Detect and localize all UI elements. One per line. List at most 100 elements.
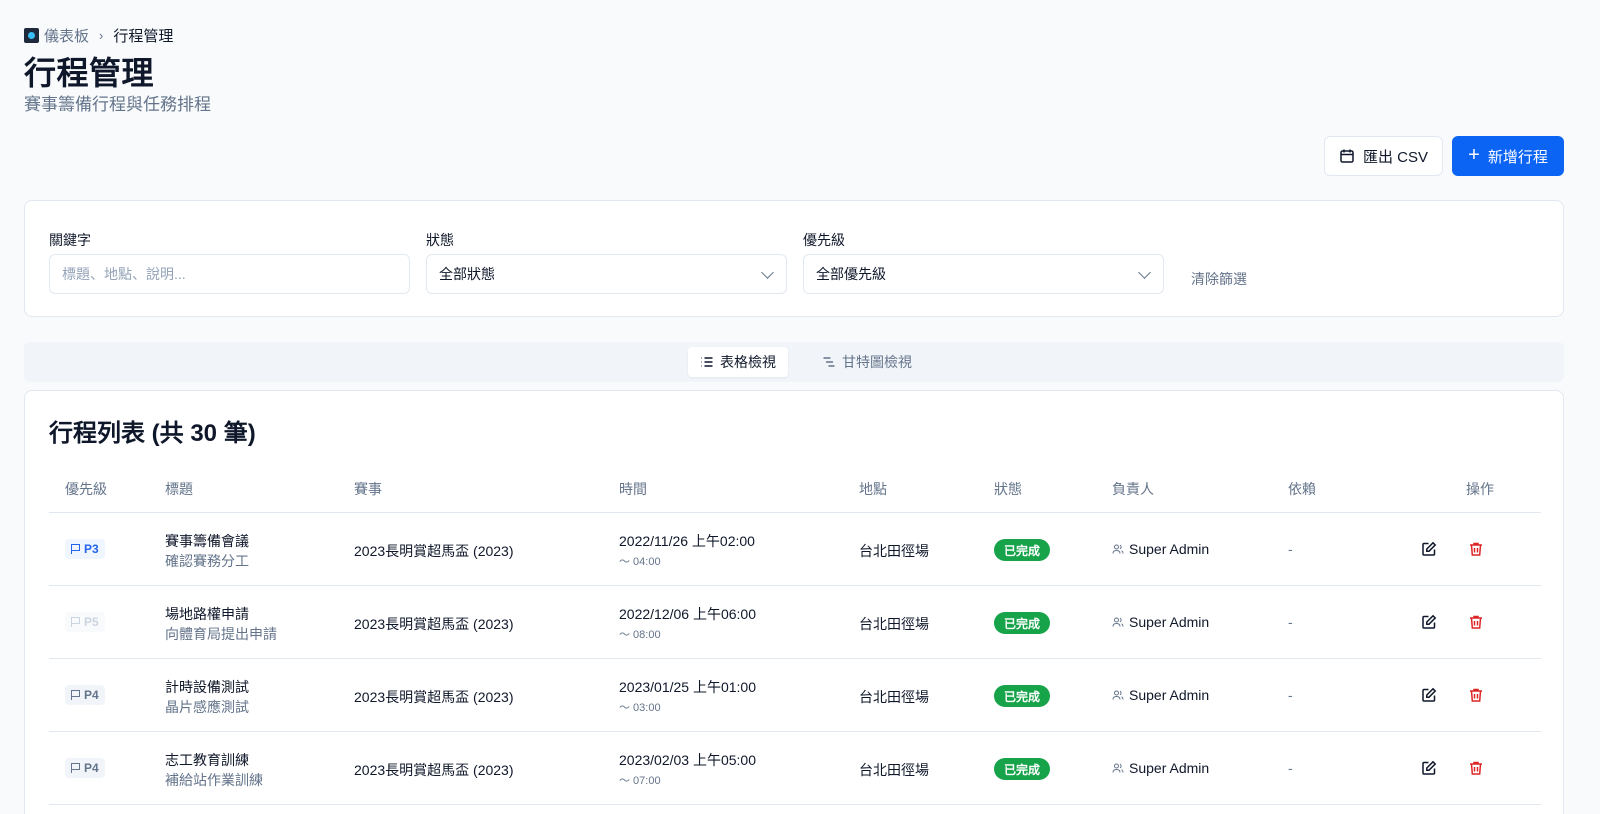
row-title[interactable]: 志工教育訓練 [165, 750, 249, 770]
delete-button[interactable] [1466, 612, 1486, 632]
page-title: 行程管理 [24, 55, 155, 91]
row-event: 2023長明賞超馬盃 (2023) [354, 616, 514, 632]
edit-button[interactable] [1419, 685, 1439, 705]
priority-badge: P3 [65, 539, 105, 559]
row-subtitle: 晶片感應測試 [165, 699, 249, 715]
edit-icon [1422, 760, 1437, 775]
app-logo[interactable] [24, 28, 39, 43]
row-event: 2023長明賞超馬盃 (2023) [354, 543, 514, 559]
users-icon [1112, 617, 1124, 627]
clear-filter-button[interactable]: 清除篩選 [1191, 269, 1247, 289]
row-dependency: - [1288, 687, 1293, 703]
calendar-icon [1340, 149, 1354, 163]
gantt-view-tab[interactable]: 甘特圖檢視 [810, 347, 924, 377]
column-header-actions: 操作 [1466, 481, 1494, 497]
row-time: 2023/01/25 上午01:00 [619, 679, 756, 695]
priority-select[interactable]: 全部優先級 [803, 254, 1164, 294]
priority-badge: P5 [65, 612, 105, 632]
table-row[interactable]: P4 計時設備測試 晶片感應測試 2023長明賞超馬盃 (2023) 2023/… [49, 659, 1541, 732]
column-header-dependency: 依賴 [1288, 481, 1316, 497]
row-title[interactable]: 場地路權申請 [165, 604, 249, 624]
breadcrumb-current: 行程管理 [113, 28, 174, 45]
table-view-tab[interactable]: 表格檢視 [688, 347, 788, 377]
page-subtitle: 賽事籌備行程與任務排程 [24, 95, 211, 114]
edit-button[interactable] [1419, 758, 1439, 778]
delete-button[interactable] [1466, 685, 1486, 705]
priority-value: P4 [84, 761, 99, 775]
status-badge: 已完成 [994, 685, 1051, 707]
owner-name: Super Admin [1129, 541, 1210, 557]
status-select[interactable]: 全部狀態 [426, 254, 787, 294]
gantt-view-label: 甘特圖檢視 [842, 354, 912, 370]
export-csv-button[interactable]: 匯出 CSV [1324, 136, 1443, 176]
column-header-status: 狀態 [994, 481, 1022, 497]
users-icon [1112, 544, 1124, 554]
list-icon [701, 357, 713, 367]
keyword-label: 關鍵字 [49, 232, 91, 248]
edit-button[interactable] [1419, 612, 1439, 632]
flag-icon [71, 617, 80, 627]
row-owner: Super Admin [1112, 541, 1209, 557]
view-toggle: 表格檢視 甘特圖檢視 [24, 342, 1564, 382]
table-row[interactable]: P4 志工教育訓練 補給站作業訓練 2023長明賞超馬盃 (2023) 2023… [49, 732, 1541, 805]
table-row[interactable]: P5 場地路權申請 向體育局提出申請 2023長明賞超馬盃 (2023) 202… [49, 586, 1541, 659]
row-time-end: ～ 07:00 [619, 775, 661, 787]
priority-label: 優先級 [803, 232, 845, 248]
flag-icon [71, 544, 80, 554]
row-subtitle: 補給站作業訓練 [165, 772, 263, 788]
priority-badge: P4 [65, 685, 105, 705]
users-icon [1112, 763, 1124, 773]
column-header-owner: 負責人 [1112, 481, 1154, 497]
row-time-end: ～ 04:00 [619, 556, 661, 568]
trash-icon [1470, 688, 1482, 702]
owner-name: Super Admin [1129, 687, 1210, 703]
delete-button[interactable] [1466, 539, 1486, 559]
trash-icon [1470, 542, 1482, 556]
status-badge: 已完成 [994, 539, 1051, 561]
row-event: 2023長明賞超馬盃 (2023) [354, 689, 514, 705]
edit-icon [1422, 687, 1437, 702]
row-time-end: ～ 08:00 [619, 629, 661, 641]
keyword-input[interactable]: 標題、地點、說明... [49, 254, 410, 294]
column-header-title: 標題 [165, 481, 193, 497]
row-dependency: - [1288, 541, 1293, 557]
list-title: 行程列表 (共 30 筆) [49, 420, 256, 447]
column-header-time: 時間 [619, 481, 647, 497]
add-schedule-label: 新增行程 [1487, 148, 1548, 166]
row-owner: Super Admin [1112, 687, 1209, 703]
priority-value: P4 [84, 688, 99, 702]
row-owner: Super Admin [1112, 614, 1209, 630]
row-location: 台北田徑場 [859, 762, 929, 778]
plus-icon: + [1468, 144, 1480, 166]
flag-icon [71, 690, 80, 700]
row-location: 台北田徑場 [859, 543, 929, 559]
gantt-icon [823, 357, 835, 367]
column-header-event: 賽事 [354, 481, 382, 497]
row-time-end: ～ 03:00 [619, 702, 661, 714]
row-time: 2022/11/26 上午02:00 [619, 533, 755, 549]
delete-button[interactable] [1466, 758, 1486, 778]
schedule-list-card: 行程列表 (共 30 筆) 優先級 標題 賽事 時間 地點 狀態 負責人 依賴 … [24, 390, 1564, 814]
row-subtitle: 向體育局提出申請 [165, 626, 277, 642]
row-dependency: - [1288, 614, 1293, 630]
row-subtitle: 確認賽務分工 [165, 553, 249, 569]
table-view-label: 表格檢視 [720, 354, 776, 370]
export-csv-label: 匯出 CSV [1362, 148, 1428, 166]
priority-value: P5 [84, 615, 99, 629]
priority-badge: P4 [65, 758, 105, 778]
table-row[interactable]: P3 賽事籌備會議 確認賽務分工 2023長明賞超馬盃 (2023) 2022/… [49, 513, 1541, 586]
row-owner: Super Admin [1112, 760, 1209, 776]
row-title[interactable]: 賽事籌備會議 [165, 531, 249, 551]
add-schedule-button[interactable]: + 新增行程 [1452, 136, 1564, 176]
priority-select-value: 全部優先級 [816, 266, 886, 282]
row-title[interactable]: 計時設備測試 [165, 677, 249, 697]
edit-button[interactable] [1419, 539, 1439, 559]
status-select-value: 全部狀態 [439, 266, 495, 282]
row-time: 2023/02/03 上午05:00 [619, 752, 756, 768]
row-time: 2022/12/06 上午06:00 [619, 606, 756, 622]
breadcrumb-dashboard-link[interactable]: 儀表板 [44, 25, 89, 46]
edit-icon [1422, 541, 1437, 556]
trash-icon [1470, 761, 1482, 775]
status-label: 狀態 [426, 232, 454, 248]
row-location: 台北田徑場 [859, 616, 929, 632]
